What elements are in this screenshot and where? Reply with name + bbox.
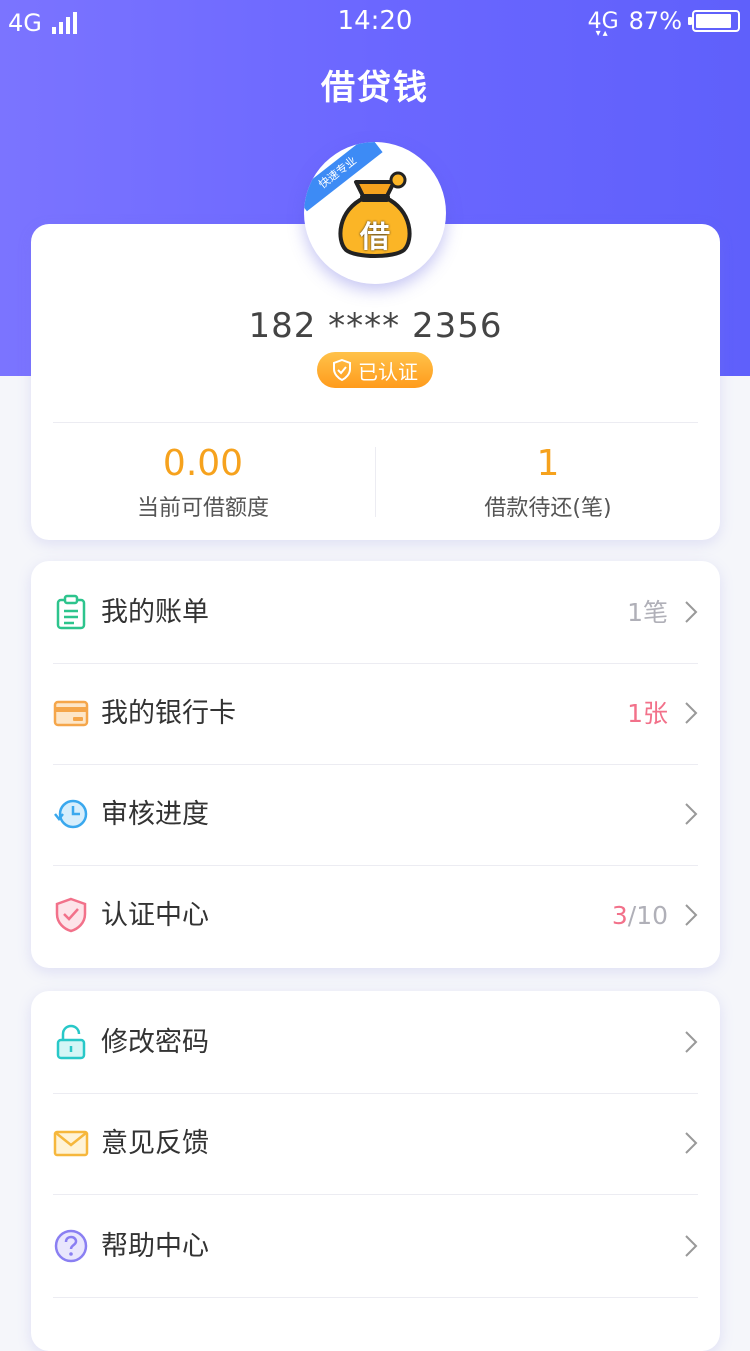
page-title: 借贷钱 xyxy=(321,68,429,108)
bills-count: 1笔 xyxy=(627,598,668,627)
chevron-right-icon xyxy=(685,601,698,623)
verification-total: /10 xyxy=(627,901,668,930)
shield-check-icon xyxy=(333,359,351,381)
divider xyxy=(53,422,698,423)
bank-cards-count: 1张 xyxy=(627,699,668,728)
menu-label: 审核进度 xyxy=(101,799,209,830)
pending-loans-label: 借款待还(笔) xyxy=(484,496,612,521)
clock-progress-icon xyxy=(54,799,88,829)
shield-check-icon xyxy=(55,897,87,933)
phone-number: 182 **** 2356 xyxy=(248,306,503,346)
menu-item-bank-cards[interactable]: 我的银行卡 1张 xyxy=(53,663,698,765)
battery-icon xyxy=(688,10,740,32)
menu-card-account: 我的账单 1笔 我的银行卡 1张 审核进度 认证中心 3/10 xyxy=(31,561,720,968)
verified-badge: 已认证 xyxy=(317,352,433,388)
lock-icon xyxy=(56,1024,86,1060)
battery-percent: 87% xyxy=(628,7,682,35)
envelope-icon xyxy=(53,1130,89,1157)
avatar[interactable]: 借 快速专业 xyxy=(304,142,446,284)
chevron-right-icon xyxy=(685,1235,698,1257)
menu-label: 帮助中心 xyxy=(101,1231,209,1262)
available-credit-value: 0.00 xyxy=(162,443,244,484)
available-credit-label: 当前可借额度 xyxy=(136,496,269,521)
verification-progress: 3/10 xyxy=(612,865,668,966)
pending-loans-value: 1 xyxy=(536,443,560,484)
data-network-icon: 4G ▾▴ xyxy=(587,8,619,39)
chevron-right-icon xyxy=(685,803,698,825)
chevron-right-icon xyxy=(685,904,698,926)
bank-card-icon xyxy=(53,700,89,727)
menu-label: 意见反馈 xyxy=(101,1128,209,1159)
verified-label: 已认证 xyxy=(358,359,418,384)
avatar-char: 借 xyxy=(360,220,390,255)
menu-label: 修改密码 xyxy=(101,1027,209,1058)
available-credit-stat[interactable]: 0.00 当前可借额度 xyxy=(31,442,375,522)
status-right: 4G ▾▴ 87% xyxy=(587,7,740,39)
menu-label: 认证中心 xyxy=(101,900,209,931)
verification-done: 3 xyxy=(611,901,628,930)
chevron-right-icon xyxy=(685,1132,698,1154)
menu-item-bills[interactable]: 我的账单 1笔 xyxy=(53,562,698,664)
menu-item-feedback[interactable]: 意见反馈 xyxy=(53,1093,698,1195)
menu-item-verification-center[interactable]: 认证中心 3/10 xyxy=(53,865,698,966)
menu-label: 我的账单 xyxy=(101,597,209,628)
menu-item-review-progress[interactable]: 审核进度 xyxy=(53,764,698,866)
clipboard-icon xyxy=(56,594,86,630)
chevron-right-icon xyxy=(685,702,698,724)
chevron-right-icon xyxy=(685,1031,698,1053)
help-icon xyxy=(54,1229,88,1263)
status-bar: 4G 14:20 4G ▾▴ 87% xyxy=(0,0,750,46)
menu-card-settings: 修改密码 意见反馈 帮助中心 xyxy=(31,991,720,1351)
menu-label: 我的银行卡 xyxy=(101,698,236,729)
menu-item-change-password[interactable]: 修改密码 xyxy=(53,992,698,1094)
pending-loans-stat[interactable]: 1 借款待还(笔) xyxy=(376,442,720,522)
menu-item-help-center[interactable]: 帮助中心 xyxy=(53,1196,698,1298)
